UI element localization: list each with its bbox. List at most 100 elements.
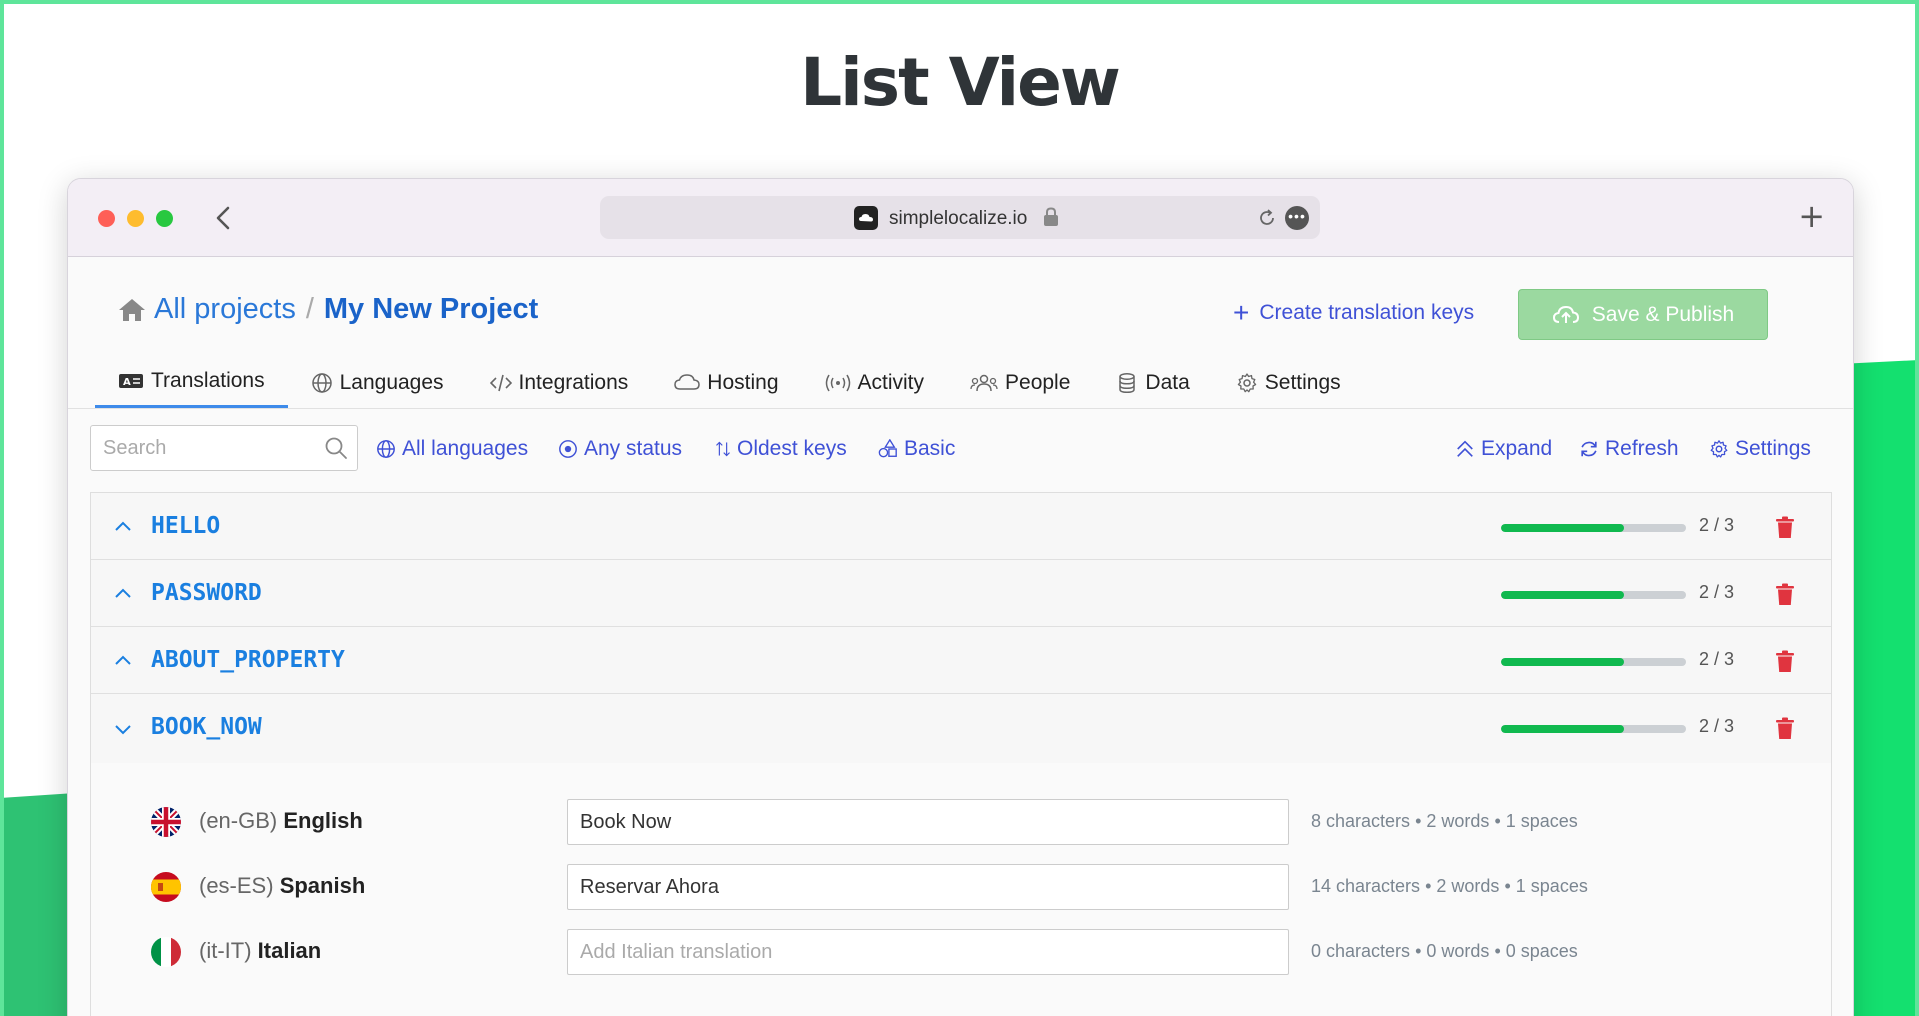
list-settings-button[interactable]: Settings — [1709, 437, 1811, 461]
tab-activity[interactable]: Activity — [802, 357, 948, 408]
breadcrumb-all-projects[interactable]: All projects — [154, 293, 296, 326]
language-label: (en-GB) English — [199, 808, 363, 834]
language-code: (en-GB) — [199, 808, 278, 833]
search-icon[interactable] — [323, 435, 349, 461]
stat-spaces: 1 spaces — [1515, 876, 1588, 896]
save-publish-button[interactable]: Save & Publish — [1518, 289, 1768, 340]
breadcrumb-separator: / — [305, 293, 314, 325]
home-icon[interactable] — [118, 297, 146, 323]
language-name: Italian — [257, 938, 322, 963]
key-row-about-property[interactable]: ABOUT_PROPERTY 2 / 3 — [91, 627, 1831, 694]
broadcast-icon — [825, 374, 850, 391]
trash-icon[interactable] — [1775, 516, 1795, 539]
chevron-up-icon[interactable] — [113, 651, 133, 671]
close-window-button[interactable] — [98, 210, 115, 227]
key-row-hello[interactable]: HELLO 2 / 3 — [91, 493, 1831, 560]
translation-input-it-it[interactable] — [567, 929, 1289, 975]
maximize-window-button[interactable] — [156, 210, 173, 227]
stat-separator: • — [1415, 941, 1422, 961]
stat-words: 2 words — [1436, 876, 1500, 896]
language-code: (it-IT) — [199, 938, 252, 963]
trash-icon[interactable] — [1775, 650, 1795, 673]
chevron-up-icon[interactable] — [113, 584, 133, 604]
key-name[interactable]: BOOK_NOW — [151, 714, 262, 740]
site-logo-icon — [854, 206, 878, 230]
translation-row-es-es: (es-ES) Spanish 14 characters • 2 words … — [91, 860, 1831, 910]
tab-hosting[interactable]: Hosting — [651, 357, 801, 408]
cloud-icon — [674, 373, 701, 390]
key-name[interactable]: PASSWORD — [151, 580, 262, 606]
trash-icon[interactable] — [1775, 717, 1795, 740]
refresh-button[interactable]: Refresh — [1579, 437, 1679, 461]
shapes-icon — [878, 439, 897, 458]
translation-stats: 0 characters • 0 words • 0 spaces — [1311, 941, 1578, 962]
cloud-upload-icon — [1552, 305, 1579, 323]
stat-separator: • — [1504, 876, 1511, 896]
italy-flag-icon — [151, 937, 181, 967]
stat-separator: • — [1425, 876, 1432, 896]
chevron-down-icon[interactable] — [113, 719, 133, 739]
key-progress-label: 2 / 3 — [1699, 582, 1735, 602]
tab-activity-label: Activity — [857, 370, 925, 394]
create-translation-keys-button[interactable]: + Create translation keys — [1233, 299, 1475, 327]
reload-icon[interactable] — [1255, 206, 1279, 230]
trash-icon[interactable] — [1775, 583, 1795, 606]
tab-data[interactable]: Data — [1093, 357, 1212, 408]
filter-view[interactable]: Basic — [878, 437, 955, 461]
key-progress-fill — [1501, 725, 1625, 733]
tab-languages[interactable]: Languages — [288, 357, 467, 408]
more-options-icon[interactable]: ••• — [1285, 206, 1309, 230]
expand-button[interactable]: Expand — [1455, 437, 1552, 461]
filter-status-label: Any status — [584, 437, 683, 460]
breadcrumb-current-project[interactable]: My New Project — [324, 293, 538, 326]
expand-label: Expand — [1481, 437, 1553, 460]
main-tabs: A Translations Languages Integrations Ho… — [95, 357, 1364, 408]
address-bar[interactable]: simplelocalize.io ••• — [600, 196, 1320, 239]
stat-characters: 14 characters — [1311, 876, 1421, 896]
back-arrow-icon[interactable] — [208, 201, 238, 235]
key-row-password[interactable]: PASSWORD 2 / 3 — [91, 560, 1831, 627]
key-name[interactable]: ABOUT_PROPERTY — [151, 647, 345, 673]
tab-integrations-label: Integrations — [518, 370, 629, 394]
tab-people-label: People — [1005, 370, 1071, 394]
key-progress-fill — [1501, 524, 1625, 532]
breadcrumb: All projects / My New Project — [118, 293, 538, 326]
filter-sort[interactable]: Oldest keys — [715, 437, 847, 461]
tab-settings[interactable]: Settings — [1213, 357, 1364, 408]
minimize-window-button[interactable] — [127, 210, 144, 227]
code-icon — [489, 374, 512, 391]
key-name[interactable]: HELLO — [151, 513, 220, 539]
search-input[interactable] — [91, 426, 311, 470]
filter-status[interactable]: Any status — [558, 437, 682, 461]
gear-icon — [1237, 372, 1257, 392]
key-progress-bar — [1501, 725, 1686, 733]
tab-people[interactable]: People — [947, 357, 1093, 408]
key-progress-label: 2 / 3 — [1699, 515, 1735, 535]
key-row-book-now[interactable]: BOOK_NOW 2 / 3 — [91, 694, 1831, 764]
new-tab-plus-icon[interactable]: + — [1798, 199, 1825, 233]
spain-flag-icon — [151, 872, 181, 902]
key-progress-fill — [1501, 658, 1625, 666]
tab-data-label: Data — [1145, 370, 1190, 394]
stat-spaces: 1 spaces — [1505, 811, 1578, 831]
refresh-label: Refresh — [1605, 437, 1679, 460]
tab-languages-label: Languages — [339, 370, 444, 394]
tab-translations[interactable]: A Translations — [95, 357, 288, 408]
tab-settings-label: Settings — [1264, 370, 1341, 394]
tab-integrations[interactable]: Integrations — [467, 357, 652, 408]
translation-stats: 8 characters • 2 words • 1 spaces — [1311, 811, 1578, 832]
translate-icon: A — [119, 374, 143, 388]
translation-row-it-it: (it-IT) Italian 0 characters • 0 words •… — [91, 925, 1831, 975]
language-label: (es-ES) Spanish — [199, 873, 365, 899]
stat-separator: • — [1494, 811, 1501, 831]
stat-words: 2 words — [1426, 811, 1490, 831]
translation-input-en-gb[interactable] — [567, 799, 1289, 845]
language-name: English — [283, 808, 363, 833]
filter-languages[interactable]: All languages — [376, 437, 528, 461]
chevron-up-icon[interactable] — [113, 517, 133, 537]
translation-input-es-es[interactable] — [567, 864, 1289, 910]
key-progress-bar — [1501, 658, 1686, 666]
key-progress-fill — [1501, 591, 1625, 599]
create-translation-keys-label: Create translation keys — [1259, 301, 1475, 324]
filter-languages-label: All languages — [402, 437, 529, 460]
